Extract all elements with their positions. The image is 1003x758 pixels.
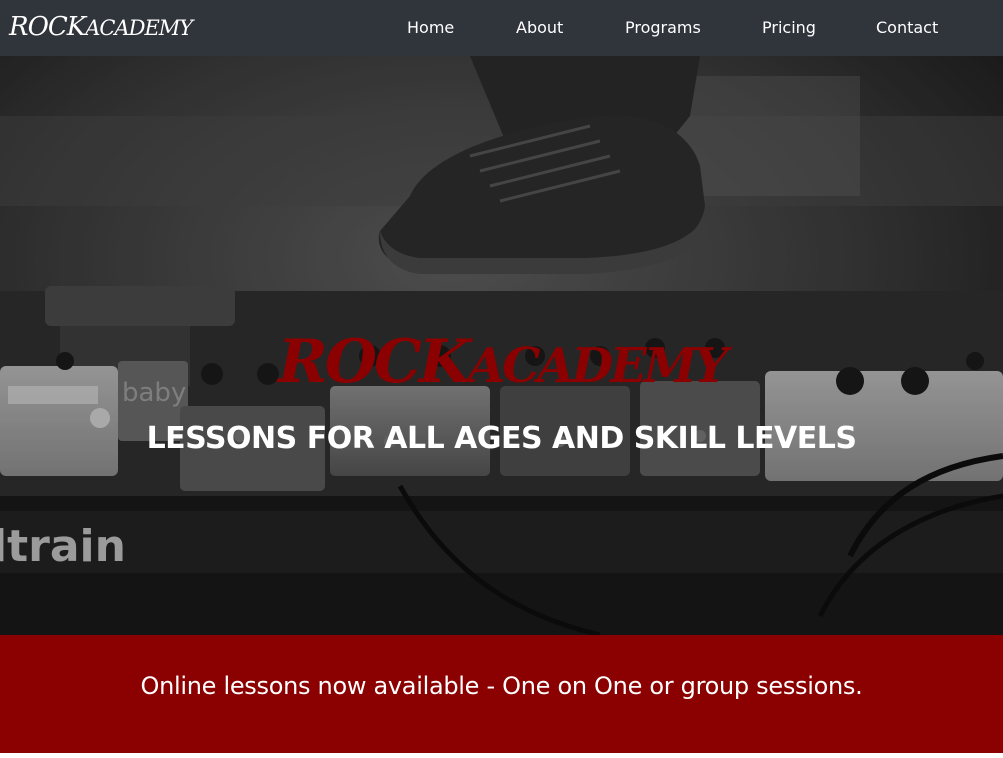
brand-logo[interactable]: RockAcademy xyxy=(9,12,193,43)
hero-tagline: LESSONS FOR ALL AGES AND SKILL LEVELS xyxy=(146,421,857,456)
top-navbar: RockAcademy Home About Programs Pricing … xyxy=(0,0,1003,56)
hero-section: baby ltrain RockAcademy LESSONS xyxy=(0,56,1003,635)
nav-link-programs[interactable]: Programs xyxy=(625,18,701,38)
announcement-banner: Online lessons now available - One on On… xyxy=(0,635,1003,753)
hero-logo: RockAcademy xyxy=(0,326,1003,402)
brand-logo-first: Rock xyxy=(9,12,86,42)
hero-logo-first: Rock xyxy=(277,327,471,397)
nav-link-pricing[interactable]: Pricing xyxy=(762,18,816,38)
nav-link-about[interactable]: About xyxy=(516,18,563,38)
nav-link-home[interactable]: Home xyxy=(407,18,454,38)
nav-link-contact[interactable]: Contact xyxy=(876,18,938,38)
banner-text: Online lessons now available - One on On… xyxy=(140,672,863,700)
brand-logo-second: Academy xyxy=(85,16,193,40)
hero-logo-second: Academy xyxy=(467,338,728,394)
